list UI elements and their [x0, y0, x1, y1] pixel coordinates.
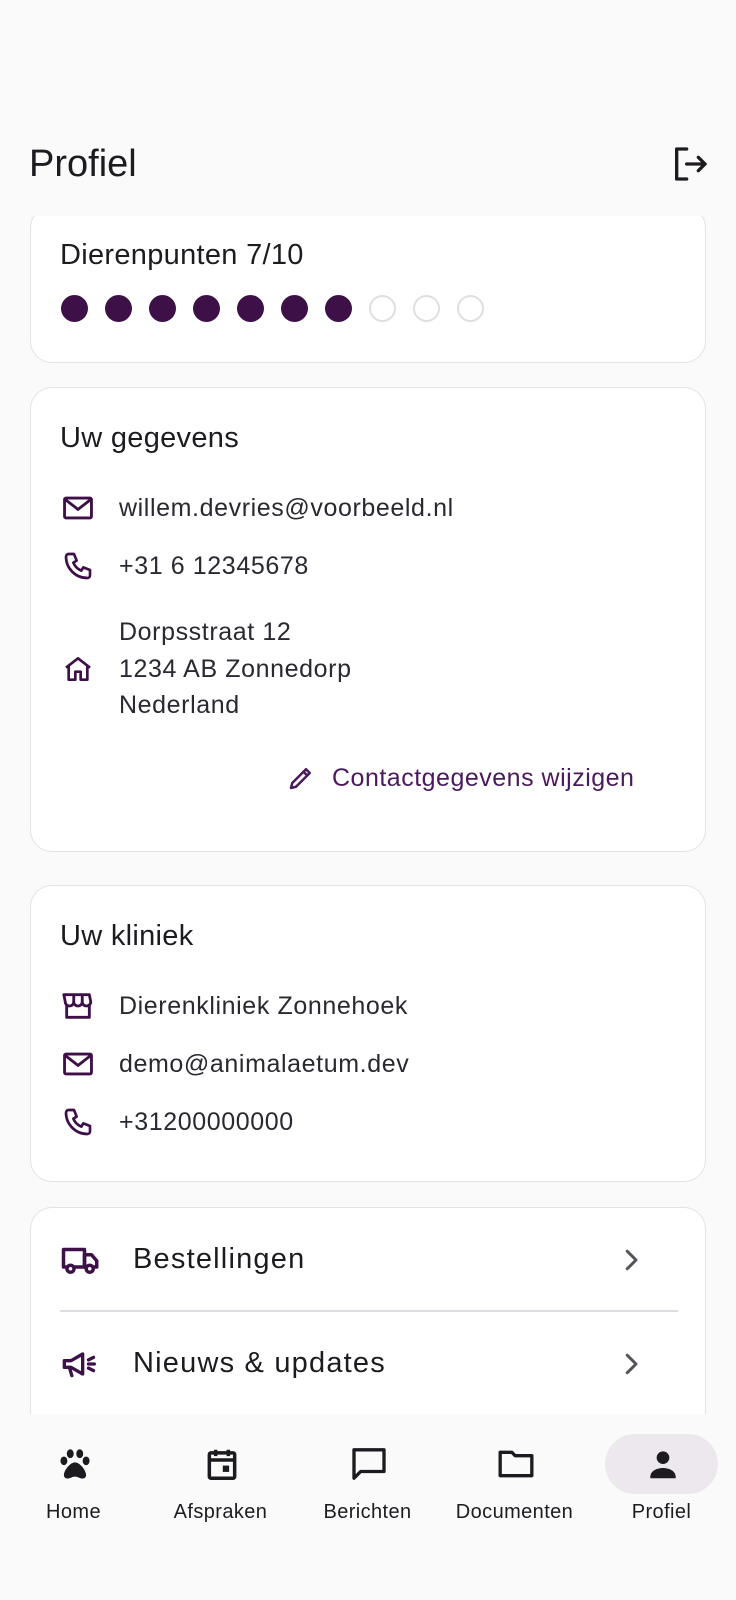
pencil-icon — [289, 768, 311, 790]
phone-row: +31 6 12345678 — [60, 548, 309, 584]
folder-icon — [496, 1444, 536, 1484]
paw-icon — [55, 1444, 95, 1484]
nav-label: Documenten — [455, 1501, 574, 1523]
email-row: willem.devries@voorbeeld.nl — [60, 490, 454, 526]
clinic-phone-row: +31200000000 — [60, 1104, 294, 1140]
nav-item-berichten[interactable]: Berichten — [294, 1434, 441, 1544]
clinic-phone: +31200000000 — [119, 1108, 294, 1136]
nav-label: Profiel — [631, 1501, 692, 1523]
edit-contact-button[interactable]: Contactgegevens wijzigen — [276, 754, 644, 802]
address-text: Dorpsstraat 12 1234 AB Zonnedorp Nederla… — [119, 614, 352, 724]
phone-icon — [60, 548, 96, 584]
point-dot-empty — [457, 295, 484, 322]
points-progress — [61, 295, 484, 322]
logout-icon — [675, 147, 707, 181]
clinic-name: Dierenkliniek Zonnehoek — [119, 992, 408, 1020]
clinic-email-row: demo@animalaetum.dev — [60, 1046, 409, 1082]
nav-item-profiel[interactable]: Profiel — [588, 1434, 735, 1544]
address-line: 1234 AB Zonnedorp — [119, 654, 352, 683]
points-card: Dierenpunten 7/10 — [30, 216, 706, 363]
megaphone-icon — [60, 1343, 102, 1385]
address-row: Dorpsstraat 12 1234 AB Zonnedorp Nederla… — [60, 614, 352, 724]
phone-icon — [60, 1104, 96, 1140]
email-text: willem.devries@voorbeeld.nl — [119, 494, 454, 522]
point-dot-filled — [149, 295, 176, 322]
calendar-icon — [202, 1444, 242, 1484]
nav-item-documenten[interactable]: Documenten — [441, 1434, 588, 1544]
points-title: Dierenpunten 7/10 — [60, 239, 304, 271]
point-dot-filled — [281, 295, 308, 322]
nav-item-home[interactable]: Home — [0, 1434, 147, 1544]
address-line: Nederland — [119, 691, 240, 720]
phone-text: +31 6 12345678 — [119, 552, 309, 580]
clinic-name-row: Dierenkliniek Zonnehoek — [60, 988, 408, 1024]
point-dot-filled — [237, 295, 264, 322]
bottom-navigation: Home Afspraken Berichten Documenten Prof… — [0, 1414, 736, 1600]
address-line: Dorpsstraat 12 — [119, 618, 292, 647]
clinic-title: Uw kliniek — [60, 920, 194, 952]
profile-scroll[interactable]: Dierenpunten 7/10 Uw gegevens willem.dev… — [0, 216, 736, 1414]
details-title: Uw gegevens — [60, 422, 240, 454]
mail-icon — [60, 490, 96, 526]
point-dot-filled — [105, 295, 132, 322]
person-icon — [643, 1444, 683, 1484]
mail-icon — [60, 1046, 96, 1082]
nav-label: Berichten — [323, 1501, 412, 1523]
clinic-email: demo@animalaetum.dev — [119, 1050, 410, 1078]
menu-item-nieuws[interactable]: Nieuws & updates — [31, 1312, 707, 1414]
point-dot-empty — [369, 295, 396, 322]
nav-label: Afspraken — [173, 1501, 268, 1523]
nav-item-afspraken[interactable]: Afspraken — [147, 1434, 294, 1544]
point-dot-empty — [413, 295, 440, 322]
edit-contact-label: Contactgegevens wijzigen — [332, 763, 635, 792]
menu-item-label: Nieuws & updates — [133, 1347, 386, 1379]
menu-item-bestellingen[interactable]: Bestellingen — [31, 1208, 707, 1311]
point-dot-filled — [325, 295, 352, 322]
chat-icon — [349, 1444, 389, 1484]
details-card: Uw gegevens willem.devries@voorbeeld.nl … — [30, 387, 706, 852]
app-header: Profiel — [0, 0, 736, 216]
point-dot-filled — [193, 295, 220, 322]
home-icon — [60, 651, 96, 687]
logout-button[interactable] — [666, 140, 714, 188]
chevron-right-icon — [613, 1346, 649, 1382]
clinic-card: Uw kliniek Dierenkliniek Zonnehoek demo@… — [30, 885, 706, 1182]
nav-label: Home — [46, 1501, 101, 1523]
menu-card: Bestellingen Nieuws & updates — [30, 1207, 706, 1414]
chevron-right-icon — [613, 1242, 649, 1278]
truck-icon — [60, 1239, 102, 1281]
page-title: Profiel — [29, 143, 137, 185]
point-dot-filled — [61, 295, 88, 322]
storefront-icon — [60, 988, 96, 1024]
menu-item-label: Bestellingen — [133, 1243, 306, 1275]
